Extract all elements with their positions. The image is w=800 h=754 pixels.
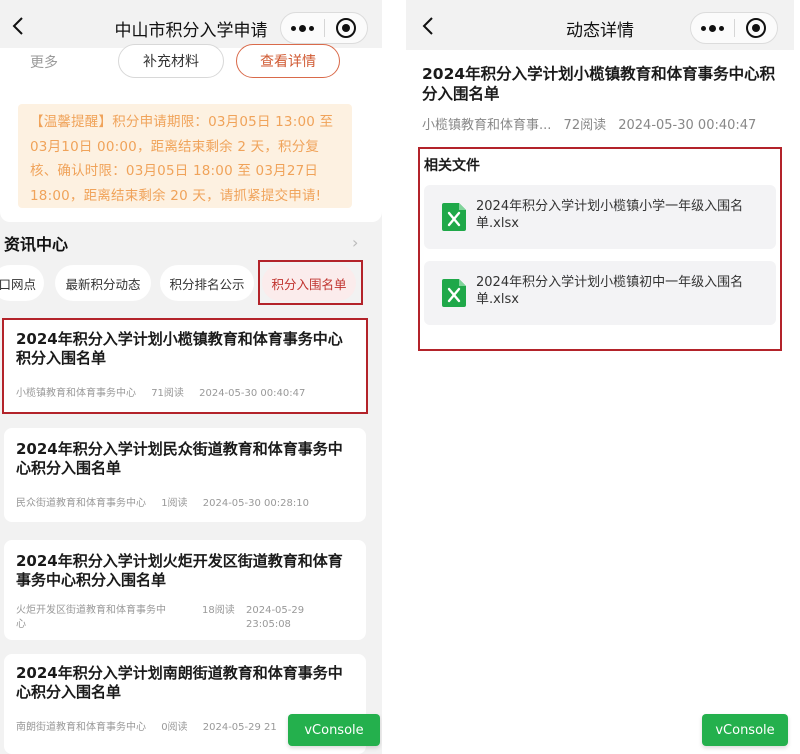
more-dots-icon[interactable] (691, 13, 734, 43)
close-target-icon[interactable] (325, 13, 368, 43)
section-title: 资讯中心 (4, 235, 69, 254)
news-title: 2024年积分入学计划民众街道教育和体育事务中心积分入围名单 (16, 440, 343, 477)
tab-latest-points[interactable]: 最新积分动态 (55, 265, 151, 301)
article-date: 2024-05-30 00:40:47 (618, 118, 757, 133)
more-label: 更多 (30, 55, 58, 71)
news-title: 2024年积分入学计划火炬开发区街道教育和体育事务中心积分入围名单 (16, 552, 343, 589)
news-title: 2024年积分入学计划南朗街道教育和体育事务中心积分入围名单 (16, 664, 343, 701)
chevron-right-icon[interactable]: › (352, 233, 358, 252)
news-reads: 18阅读 (202, 605, 235, 616)
news-reads: 71阅读 (151, 388, 184, 399)
file-attachment[interactable]: 2024年积分入学计划小榄镇小学一年级入围名单.xlsx (424, 185, 776, 249)
left-phone-screen: 中山市积分入学申请 更多 补充材料 查看详情 【温馨提醒】积分申请期限：03月0… (0, 0, 382, 754)
vconsole-button[interactable]: vConsole (288, 714, 380, 746)
right-phone-screen: 动态详情 2024年积分入学计划小榄镇教育和体育事务中心积分入围名单 小榄镇教育… (406, 0, 794, 754)
close-target-icon[interactable] (735, 13, 778, 43)
news-date: 2024-05-30 00:40:47 (199, 388, 306, 399)
view-details-button[interactable]: 查看详情 (236, 44, 340, 78)
news-meta: 民众街道教育和体育事务中心 1阅读 2024-05-30 00:28:10 (16, 494, 321, 509)
news-source: 民众街道教育和体育事务中心 (16, 498, 146, 509)
news-source-continued: 心 (16, 619, 26, 630)
related-files-label: 相关文件 (424, 158, 480, 174)
article-reads: 72阅读 (563, 118, 607, 133)
file-name: 2024年积分入学计划小榄镇小学一年级入围名单.xlsx (476, 199, 744, 231)
back-arrow-icon[interactable] (6, 12, 30, 40)
news-item[interactable]: 2024年积分入学计划火炬开发区街道教育和体育事务中心积分入围名单 火炬开发区街… (4, 540, 366, 640)
news-reads: 0阅读 (161, 722, 188, 733)
news-date: 2024-05-29 21 (202, 722, 277, 733)
news-meta: 小榄镇教育和体育事务中心 71阅读 2024-05-30 00:40:47 (16, 384, 317, 399)
reminder-notice: 【温馨提醒】积分申请期限：03月05日 13:00 至 03月10日 00:00… (18, 104, 352, 208)
news-item[interactable]: 2024年积分入学计划民众街道教育和体育事务中心积分入围名单 民众街道教育和体育… (4, 428, 366, 522)
news-item[interactable]: 2024年积分入学计划小榄镇教育和体育事务中心积分入围名单 小榄镇教育和体育事务… (2, 318, 368, 414)
article-meta: 小榄镇教育和体育事... 72阅读 2024-05-30 00:40:47 (422, 114, 764, 133)
excel-file-icon (442, 279, 466, 307)
news-source: 南朗街道教育和体育事务中心 (16, 722, 146, 733)
nav-bar: 动态详情 (406, 0, 794, 52)
excel-file-icon (442, 203, 466, 231)
news-reads: 1阅读 (161, 498, 188, 509)
more-dots-icon[interactable] (281, 13, 324, 43)
tab-points-ranking[interactable]: 积分排名公示 (160, 265, 254, 301)
detail-content: 2024年积分入学计划小榄镇教育和体育事务中心积分入围名单 小榄镇教育和体育事.… (406, 50, 794, 754)
back-arrow-icon[interactable] (416, 12, 440, 40)
news-meta: 南朗街道教育和体育事务中心 0阅读 2024-05-29 21 (16, 718, 289, 733)
mini-program-capsule (690, 12, 778, 44)
news-time: 23:05:08 (246, 619, 291, 630)
news-source: 小榄镇教育和体育事务中心 (16, 388, 136, 399)
article-title: 2024年积分入学计划小榄镇教育和体育事务中心积分入围名单 (422, 65, 776, 103)
news-source: 火炬开发区街道教育和体育事务中 (16, 605, 166, 616)
file-attachment[interactable]: 2024年积分入学计划小榄镇初中一年级入围名单.xlsx (424, 261, 776, 325)
related-files-section: 相关文件 2024年积分入学计划小榄镇小学一年级入围名单.xlsx 2024年积… (418, 147, 782, 351)
news-date: 2024-05-30 00:28:10 (202, 498, 309, 509)
file-name: 2024年积分入学计划小榄镇初中一年级入围名单.xlsx (476, 275, 744, 307)
news-date: 2024-05-29 (246, 605, 305, 616)
article-source: 小榄镇教育和体育事... (422, 118, 552, 133)
supplement-materials-button[interactable]: 补充材料 (118, 44, 224, 78)
tab-outlets[interactable]: 口网点 (0, 265, 44, 301)
tab-shortlist[interactable]: 积分入围名单 (262, 265, 356, 301)
mini-program-capsule (280, 12, 368, 44)
news-title: 2024年积分入学计划小榄镇教育和体育事务中心积分入围名单 (16, 330, 343, 367)
vconsole-button[interactable]: vConsole (702, 714, 788, 746)
